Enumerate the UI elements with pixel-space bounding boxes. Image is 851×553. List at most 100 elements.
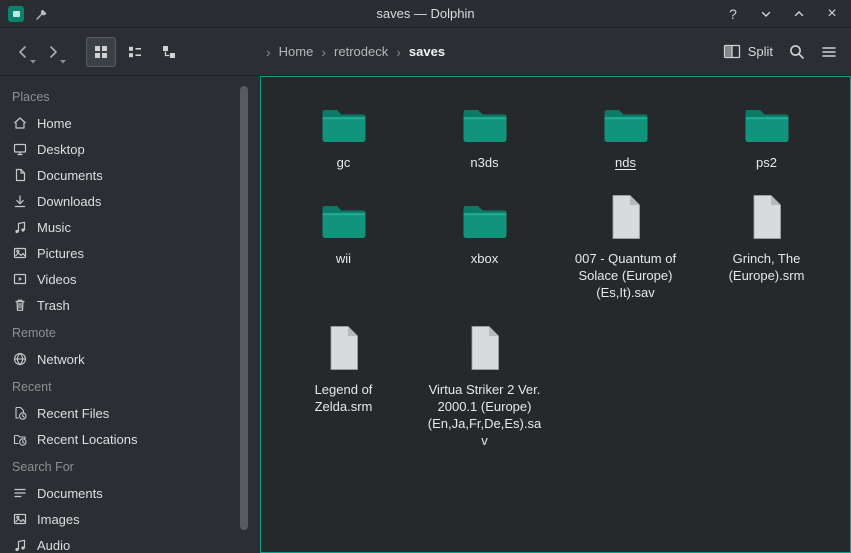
document-lines-icon xyxy=(12,485,28,501)
breadcrumb: › Home › retrodeck › saves xyxy=(266,44,445,60)
document-icon xyxy=(12,167,28,183)
item-label: Legend of Zelda.srm xyxy=(285,381,403,415)
file-grid: gc n3ds nds ps2 wii xyxy=(261,77,850,449)
app-icon xyxy=(8,6,24,22)
item-label: xbox xyxy=(471,250,498,267)
file-item-007-quantum-of-solace[interactable]: 007 - Quantum of Solace (Europe) (Es,It)… xyxy=(555,189,696,301)
sidebar-item-label: Recent Locations xyxy=(37,432,137,447)
sidebar-item-label: Downloads xyxy=(37,194,101,209)
sidebar-item-label: Images xyxy=(37,512,80,527)
folder-item-n3ds[interactable]: n3ds xyxy=(414,93,555,171)
trash-icon xyxy=(12,297,28,313)
maximize-button[interactable] xyxy=(790,5,808,23)
file-item-legend-of-zelda[interactable]: Legend of Zelda.srm xyxy=(273,320,414,415)
sidebar-item-music[interactable]: Music xyxy=(0,214,260,240)
help-button[interactable]: ? xyxy=(724,5,742,23)
search-button[interactable] xyxy=(781,37,813,67)
folder-icon xyxy=(461,189,509,241)
sidebar-item-label: Music xyxy=(37,220,71,235)
item-label: Virtua Striker 2 Ver. 2000.1 (Europe) (E… xyxy=(426,381,544,450)
file-item-grinch-the[interactable]: Grinch, The (Europe).srm xyxy=(696,189,837,284)
folder-view[interactable]: gc n3ds nds ps2 wii xyxy=(260,76,851,553)
breadcrumb-saves[interactable]: saves xyxy=(409,44,445,59)
hamburger-icon xyxy=(820,43,838,61)
tree-view-icon xyxy=(160,43,178,61)
details-view-icon xyxy=(126,43,144,61)
audio-note-icon xyxy=(12,537,28,553)
sidebar-item-pictures[interactable]: Pictures xyxy=(0,240,260,266)
folder-icon xyxy=(743,93,791,145)
sidebar-item-network[interactable]: Network xyxy=(0,346,260,372)
breadcrumb-home[interactable]: Home xyxy=(279,44,314,59)
sidebar-item-search-audio[interactable]: Audio xyxy=(0,532,260,553)
download-icon xyxy=(12,193,28,209)
icons-view-icon xyxy=(92,43,110,61)
sidebar-item-trash[interactable]: Trash xyxy=(0,292,260,318)
sidebar-item-label: Pictures xyxy=(37,246,84,261)
item-label: wii xyxy=(336,250,351,267)
split-view-icon xyxy=(723,44,741,59)
sidebar-item-label: Home xyxy=(37,116,72,131)
breadcrumb-chevron: › xyxy=(266,44,271,60)
icons-view-button[interactable] xyxy=(86,37,116,67)
pin-icon[interactable] xyxy=(34,6,50,22)
recent-files-icon xyxy=(12,405,28,421)
sidebar-item-home[interactable]: Home xyxy=(0,110,260,136)
minimize-button[interactable] xyxy=(757,5,775,23)
folder-item-nds[interactable]: nds xyxy=(555,93,696,171)
item-label: ps2 xyxy=(756,154,777,171)
split-button[interactable]: Split xyxy=(715,40,781,63)
search-icon xyxy=(788,43,806,61)
hamburger-menu-button[interactable] xyxy=(813,37,845,67)
details-view-button[interactable] xyxy=(120,37,150,67)
picture-icon xyxy=(12,245,28,261)
item-label: n3ds xyxy=(470,154,498,171)
breadcrumb-retrodeck[interactable]: retrodeck xyxy=(334,44,388,59)
folder-icon xyxy=(602,93,650,145)
sidebar-item-documents[interactable]: Documents xyxy=(0,162,260,188)
sidebar-item-label: Audio xyxy=(37,538,70,553)
home-icon xyxy=(12,115,28,131)
sidebar-item-label: Videos xyxy=(37,272,77,287)
sidebar-item-downloads[interactable]: Downloads xyxy=(0,188,260,214)
sidebar-item-label: Documents xyxy=(37,168,103,183)
sidebar-item-videos[interactable]: Videos xyxy=(0,266,260,292)
forward-button[interactable] xyxy=(38,37,68,67)
main-toolbar: › Home › retrodeck › saves Split xyxy=(0,28,851,76)
file-icon xyxy=(606,189,646,241)
music-note-icon xyxy=(12,219,28,235)
folder-item-ps2[interactable]: ps2 xyxy=(696,93,837,171)
view-mode-group xyxy=(86,37,184,67)
file-item-virtua-striker-2[interactable]: Virtua Striker 2 Ver. 2000.1 (Europe) (E… xyxy=(414,320,555,450)
item-label: 007 - Quantum of Solace (Europe) (Es,It)… xyxy=(567,250,685,301)
history-caret-icon xyxy=(59,59,67,64)
network-globe-icon xyxy=(12,351,28,367)
folder-item-xbox[interactable]: xbox xyxy=(414,189,555,267)
recent-locations-icon xyxy=(12,431,28,447)
split-button-label: Split xyxy=(748,44,773,59)
file-icon xyxy=(324,320,364,372)
file-icon xyxy=(747,189,787,241)
item-label: gc xyxy=(337,154,351,171)
item-label: Grinch, The (Europe).srm xyxy=(708,250,826,284)
sidebar-item-desktop[interactable]: Desktop xyxy=(0,136,260,162)
sidebar-item-search-documents[interactable]: Documents xyxy=(0,480,260,506)
folder-icon xyxy=(320,189,368,241)
tree-view-button[interactable] xyxy=(154,37,184,67)
video-icon xyxy=(12,271,28,287)
image-icon xyxy=(12,511,28,527)
close-button[interactable]: × xyxy=(823,5,841,23)
sidebar-item-recent-files[interactable]: Recent Files xyxy=(0,400,260,426)
sidebar-item-recent-locations[interactable]: Recent Locations xyxy=(0,426,260,452)
item-label: nds xyxy=(615,154,636,171)
history-caret-icon xyxy=(29,59,37,64)
sidebar-item-label: Trash xyxy=(37,298,70,313)
sidebar-item-search-images[interactable]: Images xyxy=(0,506,260,532)
folder-item-wii[interactable]: wii xyxy=(273,189,414,267)
section-label-recent: Recent xyxy=(0,372,260,400)
sidebar-scrollbar[interactable] xyxy=(240,86,248,530)
section-label-places: Places xyxy=(0,82,260,110)
back-button[interactable] xyxy=(8,37,38,67)
sidebar-item-label: Documents xyxy=(37,486,103,501)
folder-item-gc[interactable]: gc xyxy=(273,93,414,171)
